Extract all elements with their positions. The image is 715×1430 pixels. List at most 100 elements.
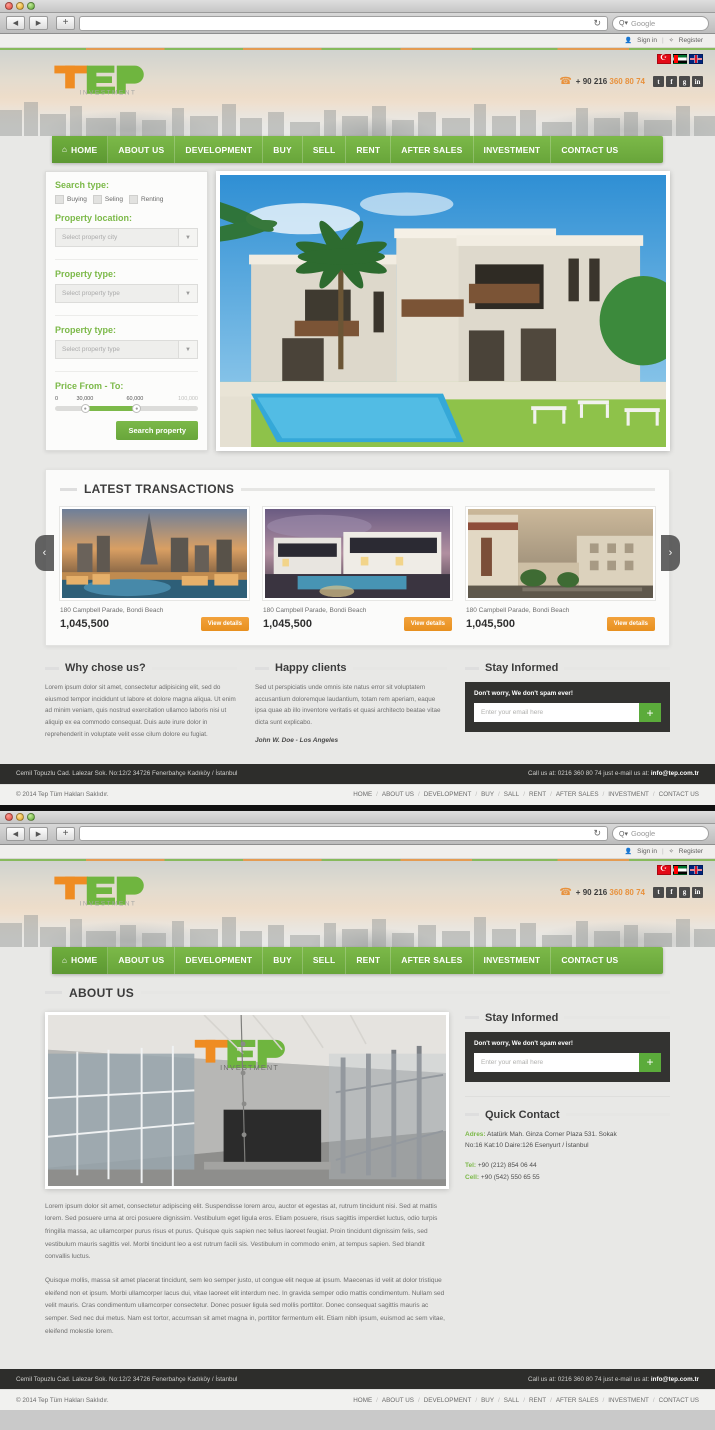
footer-link-contact-us[interactable]: CONTACT US <box>659 1397 699 1404</box>
price-slider-knob-max[interactable]: ● <box>132 404 142 413</box>
nav-item-rent[interactable]: RENT <box>346 946 392 974</box>
chevron-down-icon[interactable]: ▼ <box>178 341 197 358</box>
newsletter-email-input[interactable]: Enter your email here <box>474 1053 639 1072</box>
footer-nav[interactable]: HOME / ABOUT US / DEVELOPMENT / BUY / SALL / … <box>353 791 699 798</box>
checkbox-buying[interactable]: Buying <box>55 195 87 204</box>
footer-email-link[interactable]: info@tep.com.tr <box>651 770 699 777</box>
footer-link-development[interactable]: DEVELOPMENT <box>424 791 472 798</box>
main-navigation[interactable]: ⌂ HOME ABOUT US DEVELOPMENT BUY SELL REN… <box>52 946 663 974</box>
chevron-down-icon[interactable]: ▼ <box>178 229 197 246</box>
maximize-window-button[interactable] <box>27 2 35 10</box>
footer-link-rent[interactable]: RENT <box>529 1397 546 1404</box>
footer-link-investment[interactable]: INVESTMENT <box>608 1397 649 1404</box>
newsletter-email-input[interactable]: Enter your email here <box>474 703 639 722</box>
back-arrow-icon[interactable]: ◀ <box>6 16 25 30</box>
nav-item-development[interactable]: DEVELOPMENT <box>175 946 264 974</box>
chevron-down-icon[interactable]: ▼ <box>178 285 197 302</box>
flag-turkey-icon[interactable] <box>657 864 671 875</box>
checkbox-box[interactable] <box>55 195 64 204</box>
footer-link-about-us[interactable]: ABOUT US <box>382 1397 414 1404</box>
nav-item-home[interactable]: ⌂ HOME <box>52 946 109 974</box>
nav-item-home[interactable]: ⌂ HOME <box>52 136 109 163</box>
facebook-icon[interactable]: f <box>666 76 677 87</box>
checkbox-renting[interactable]: Renting <box>128 195 163 204</box>
language-flags[interactable] <box>559 53 703 64</box>
language-flags[interactable] <box>559 864 703 875</box>
social-links[interactable]: t f g in <box>653 76 703 87</box>
social-links[interactable]: t f g in <box>653 886 703 898</box>
plus-icon[interactable]: + <box>56 826 75 841</box>
window-controls[interactable] <box>5 812 35 821</box>
transaction-card[interactable]: 180 Campbell Parade, Bondi Beach 1,045,5… <box>60 507 249 631</box>
price-slider-knob-min[interactable]: ● <box>80 404 90 413</box>
footer-email-link[interactable]: info@tep.com.tr <box>651 1376 699 1383</box>
site-logo[interactable]: INVESTMENT <box>52 873 148 906</box>
property-location-select[interactable]: Select property city ▼ <box>55 228 198 247</box>
footer-link-home[interactable]: HOME <box>353 791 372 798</box>
close-window-button[interactable] <box>5 2 13 10</box>
browser-search-input[interactable]: Q▾ Google <box>612 15 709 31</box>
transaction-card[interactable]: 180 Campbell Parade, Bondi Beach 1,045,5… <box>263 507 452 631</box>
footer-link-about-us[interactable]: ABOUT US <box>382 791 414 798</box>
nav-item-about-us[interactable]: ABOUT US <box>108 136 176 163</box>
transaction-image[interactable] <box>466 507 655 600</box>
footer-link-sall[interactable]: SALL <box>504 791 519 798</box>
reload-icon[interactable]: ↻ <box>593 828 601 839</box>
search-property-button[interactable]: Search property <box>116 421 198 440</box>
footer-link-investment[interactable]: INVESTMENT <box>608 791 649 798</box>
checkbox-seling[interactable]: Seling <box>92 195 123 204</box>
footer-link-buy[interactable]: BUY <box>481 1397 494 1404</box>
hero-property-image[interactable] <box>216 171 670 451</box>
view-details-button[interactable]: View details <box>200 617 249 631</box>
maximize-window-button[interactable] <box>27 812 35 821</box>
register-link[interactable]: Register <box>679 848 703 855</box>
nav-item-investment[interactable]: INVESTMENT <box>474 136 552 163</box>
chevron-left-icon[interactable]: ‹ <box>35 535 54 571</box>
main-navigation[interactable]: ⌂ HOME ABOUT US DEVELOPMENT BUY SELL REN… <box>52 136 663 163</box>
flag-uk-icon[interactable] <box>689 864 703 875</box>
nav-item-buy[interactable]: BUY <box>263 136 303 163</box>
transaction-card[interactable]: 180 Campbell Parade, Bondi Beach 1,045,5… <box>466 507 655 631</box>
flag-uae-icon[interactable] <box>673 864 687 875</box>
register-link[interactable]: Register <box>679 37 703 44</box>
plus-icon[interactable]: + <box>639 703 661 722</box>
view-details-button[interactable]: View details <box>403 617 452 631</box>
twitter-icon[interactable]: t <box>653 886 664 898</box>
view-details-button[interactable]: View details <box>606 617 655 631</box>
nav-item-sell[interactable]: SELL <box>303 136 347 163</box>
flag-uk-icon[interactable] <box>689 54 703 64</box>
twitter-icon[interactable]: t <box>653 76 664 87</box>
window-controls[interactable] <box>5 2 35 10</box>
nav-item-rent[interactable]: RENT <box>346 136 392 163</box>
linkedin-icon[interactable]: in <box>692 76 703 87</box>
footer-link-home[interactable]: HOME <box>353 1397 372 1404</box>
forward-arrow-icon[interactable]: ▶ <box>29 826 48 841</box>
nav-item-investment[interactable]: INVESTMENT <box>474 946 552 974</box>
nav-item-contact-us[interactable]: CONTACT US <box>551 947 628 974</box>
footer-link-after-sales[interactable]: AFTER SALES <box>556 791 599 798</box>
sign-in-link[interactable]: Sign in <box>637 37 657 44</box>
checkbox-box[interactable] <box>92 195 102 204</box>
google-plus-icon[interactable]: g <box>679 886 690 898</box>
facebook-icon[interactable]: f <box>666 886 677 898</box>
address-bar[interactable]: ↻ <box>79 826 608 842</box>
forward-arrow-icon[interactable]: ▶ <box>29 16 48 30</box>
price-range-slider[interactable]: ● ● <box>55 404 198 413</box>
linkedin-icon[interactable]: in <box>692 886 703 898</box>
nav-item-about-us[interactable]: ABOUT US <box>108 946 176 974</box>
nav-item-development[interactable]: DEVELOPMENT <box>175 136 264 163</box>
transaction-image[interactable] <box>263 507 452 600</box>
nav-item-after-sales[interactable]: AFTER SALES <box>391 136 474 163</box>
address-bar[interactable]: ↻ <box>79 15 608 31</box>
nav-item-buy[interactable]: BUY <box>263 946 303 974</box>
plus-icon[interactable]: + <box>639 1052 661 1072</box>
property-type-select-2[interactable]: Select property type ▼ <box>55 340 198 359</box>
minimize-window-button[interactable] <box>16 2 24 10</box>
site-logo[interactable]: INVESTMENT <box>52 62 148 96</box>
footer-link-contact-us[interactable]: CONTACT US <box>659 791 699 798</box>
flag-uae-icon[interactable] <box>673 54 687 64</box>
close-window-button[interactable] <box>5 812 13 821</box>
chevron-right-icon[interactable]: › <box>661 535 680 571</box>
footer-nav[interactable]: HOME / ABOUT US / DEVELOPMENT / BUY / SALL / … <box>353 1397 699 1404</box>
footer-link-after-sales[interactable]: AFTER SALES <box>556 1397 599 1404</box>
